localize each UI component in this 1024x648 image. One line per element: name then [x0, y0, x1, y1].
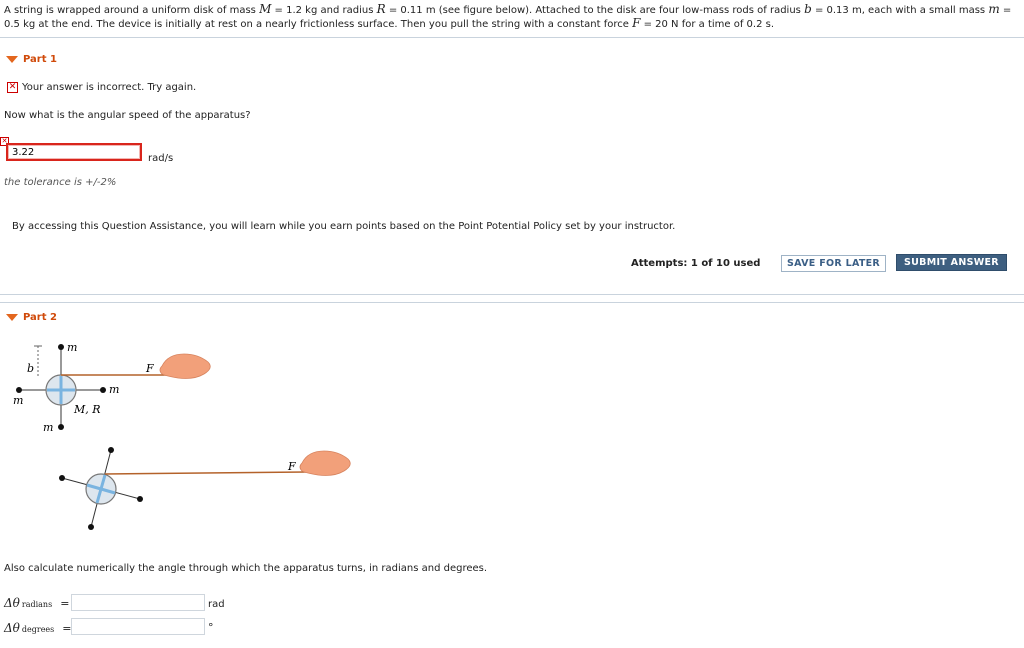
tolerance-note: the tolerance is +/-2%: [4, 177, 117, 188]
feedback-text: Your answer is incorrect. Try again.: [22, 82, 197, 93]
symbol-b: b: [804, 2, 812, 16]
divider: [0, 37, 1024, 38]
label-m-right: m: [109, 383, 119, 396]
problem-text: A string is wrapped around a uniform dis…: [4, 5, 260, 16]
incorrect-icon: ✕: [7, 82, 18, 93]
radians-unit: rad: [208, 599, 225, 610]
save-for-later-button[interactable]: SAVE FOR LATER: [781, 255, 887, 272]
rotated-apparatus-diagram: [59, 447, 351, 530]
radians-subscript: radians: [21, 600, 53, 609]
equals-sign: =: [60, 597, 70, 610]
part2-header[interactable]: Part 2: [6, 312, 57, 323]
angle-degrees-input[interactable]: [71, 618, 205, 635]
divider: [0, 302, 1024, 303]
angle-radians-input[interactable]: [71, 594, 205, 611]
assistance-note: By accessing this Question Assistance, y…: [12, 221, 676, 232]
label-F-bottom: F: [287, 460, 296, 473]
collapse-triangle-icon: [6, 56, 18, 63]
part2-question: Also calculate numerically the angle thr…: [4, 563, 488, 574]
delta-theta-symbol: Δθ: [4, 621, 20, 635]
label-m-left: m: [13, 394, 23, 407]
radians-label: Δθ radians =: [4, 596, 69, 610]
label-b: b: [27, 362, 34, 375]
part1-header[interactable]: Part 1: [6, 54, 57, 65]
label-m-bottom: m: [43, 421, 53, 434]
part1-title: Part 1: [23, 54, 57, 65]
problem-statement: A string is wrapped around a uniform dis…: [4, 3, 1020, 31]
symbol-R: R: [376, 2, 386, 16]
degrees-subscript: degrees: [21, 625, 55, 634]
problem-text: = 1.2 kg and radius: [271, 5, 377, 16]
label-MR: M, R: [73, 403, 101, 416]
degrees-unit: °: [208, 621, 214, 634]
divider: [0, 294, 1024, 295]
angular-speed-input[interactable]: [6, 143, 142, 161]
problem-text: = 0.13 m, each with a small mass: [811, 5, 989, 16]
symbol-M: M: [259, 2, 272, 16]
problem-text: = 20 N for a time of 0.2 s.: [640, 19, 774, 30]
collapse-triangle-icon: [6, 314, 18, 321]
attempts-counter: Attempts: 1 of 10 used: [631, 258, 761, 269]
feedback-row: ✕ Your answer is incorrect. Try again.: [7, 82, 196, 93]
apparatus-figure: m b F m m M, R m F: [13, 341, 351, 530]
degrees-label: Δθ degrees =: [4, 621, 71, 635]
submit-answer-button[interactable]: SUBMIT ANSWER: [896, 254, 1007, 271]
part2-title: Part 2: [23, 312, 57, 323]
delta-theta-symbol: Δθ: [4, 596, 20, 610]
problem-text: = 0.11 m (see figure below). Attached to…: [385, 5, 805, 16]
label-F-top: F: [145, 362, 154, 375]
part1-question: Now what is the angular speed of the app…: [4, 110, 251, 121]
label-m-top: m: [67, 341, 77, 354]
symbol-m: m: [988, 2, 1000, 16]
angular-speed-unit: rad/s: [148, 153, 174, 164]
